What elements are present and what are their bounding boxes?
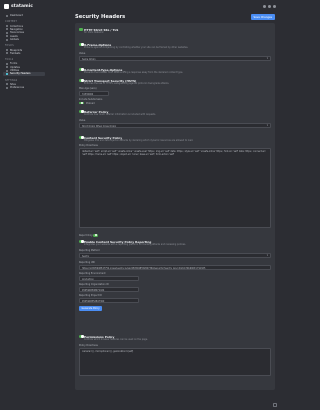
sidebar-section-settings: SETTINGS <box>5 78 18 82</box>
max-age-label: Max Age (secs) <box>79 87 97 90</box>
xcontent-desc: Prevents the browser from MIME-sniffing … <box>84 71 184 74</box>
save-button[interactable]: Save Changes <box>250 14 275 20</box>
csp-policy-label: Policy Directives <box>79 144 98 147</box>
sidebar-section-content: CONTENT <box>5 20 17 24</box>
logo[interactable]: statamic <box>4 3 33 9</box>
reporting-method-label: Reporting Method <box>79 249 100 252</box>
fieldsets-icon <box>6 52 8 55</box>
max-age-input[interactable]: 31536000 <box>79 90 109 96</box>
reporting-env-input[interactable]: production <box>79 275 139 281</box>
sidebar-section-fields: FIELDS <box>5 44 14 48</box>
sidebar-section-tools: TOOLS <box>5 58 14 62</box>
sidebar-item-security-headers[interactable]: Security Headers <box>3 72 45 76</box>
permissions-policy-textarea[interactable]: camera=(), microphone=(), geolocation=(s… <box>79 347 271 376</box>
referrer-value-label: Value <box>79 119 86 122</box>
referrer-select[interactable]: Strict Origin When Cross Origin <box>79 122 271 128</box>
csp-reporting-desc: Integrates your website with a reporting… <box>84 243 186 246</box>
navigation-icon <box>6 28 8 31</box>
reporting-project-label: Reporting Project ID <box>79 294 102 297</box>
csp-report-only-toggle[interactable] <box>93 234 98 237</box>
sidebar-item-preferences[interactable]: Preferences <box>3 86 45 89</box>
help-floating-icon[interactable] <box>273 403 277 407</box>
user-avatar-icon[interactable] <box>273 4 276 8</box>
content-header: Security Headers Save Changes <box>75 12 275 22</box>
collections-icon <box>6 25 8 28</box>
taxonomies-icon <box>6 31 8 34</box>
globals-icon <box>6 38 8 41</box>
permissions-policy-label: Policy Directives <box>79 344 98 347</box>
forms-icon <box>6 62 8 65</box>
sidebar-item-globals[interactable]: Globals <box>3 38 45 41</box>
statamic-logo-icon <box>4 3 9 9</box>
xframe-select[interactable]: Same Origin <box>79 55 271 61</box>
sidebar: Dashboard CONTENT Collections Navigation… <box>0 12 48 410</box>
sidebar-item-fieldsets[interactable]: Fieldsets <box>3 52 45 55</box>
reporting-org-input[interactable]: 4505948548071424 <box>79 286 139 292</box>
updates-icon <box>6 66 8 69</box>
reporting-project-input[interactable]: 4505948552847360 <box>79 297 139 303</box>
blueprints-icon <box>6 49 8 52</box>
generate-policy-button[interactable]: Generate Policy <box>79 306 103 311</box>
dashboard-icon <box>6 14 8 17</box>
reporting-env-label: Reporting Environment <box>79 272 106 275</box>
preload-label: Preload <box>86 101 95 105</box>
assets-icon <box>6 35 8 38</box>
csp-report-only-label: Report Only <box>79 234 93 237</box>
search-icon[interactable] <box>263 4 266 8</box>
csp-policy-textarea[interactable]: default-src 'self'; script-src 'self' 'u… <box>79 147 271 228</box>
preferences-icon <box>6 86 8 89</box>
logo-text: statamic <box>11 3 33 9</box>
permissions-desc: Controls which browser features can be u… <box>84 338 148 341</box>
help-icon[interactable] <box>268 4 271 8</box>
reporting-uri-label: Reporting URI <box>79 261 95 264</box>
reporting-uri-input[interactable]: https://o4505948547752.ingest.sentry.io/… <box>79 264 271 270</box>
ssl-badge <box>79 28 83 31</box>
sts-desc: Enforces the use of HTTPS, safeguarding … <box>84 82 170 85</box>
csp-desc: Mitigates XSS and data injection attacks… <box>84 139 194 142</box>
referrer-desc: Controls how much referrer information i… <box>84 113 156 116</box>
ssl-desc: for Chris Statamic <box>84 31 104 34</box>
utilities-icon <box>6 69 8 72</box>
sites-icon <box>6 83 8 86</box>
shield-icon <box>6 72 8 75</box>
top-bar: statamic <box>0 0 280 12</box>
settings-card: HTTP Strict SSL / TLS for Chris Statamic… <box>75 23 275 390</box>
include-subdomains-toggle[interactable] <box>79 101 84 105</box>
xframe-value-label: Value <box>79 52 86 55</box>
reporting-org-label: Reporting Organization ID <box>79 283 109 286</box>
xframe-desc: Protects against clickjacking by control… <box>84 46 189 49</box>
page-title: Security Headers <box>75 14 126 20</box>
sidebar-item-dashboard[interactable]: Dashboard <box>3 14 45 17</box>
reporting-method-select[interactable]: Sentry <box>79 252 271 258</box>
